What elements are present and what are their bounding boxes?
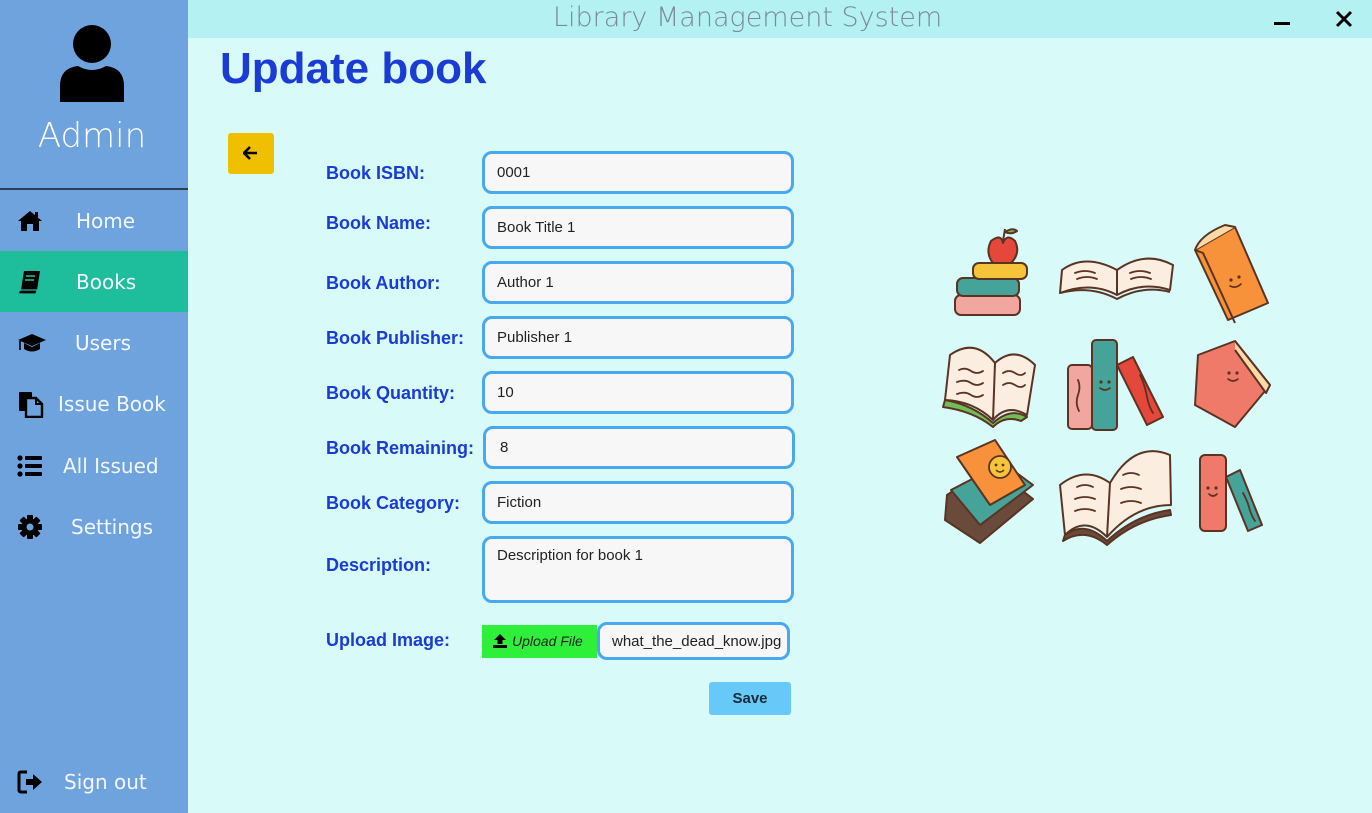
title-bar: Library Management System	[188, 0, 1372, 38]
sidebar-item-users[interactable]: Users	[0, 312, 188, 373]
book-isbn-input[interactable]	[482, 151, 794, 194]
upload-file-label: Upload File	[512, 633, 583, 649]
sidebar-item-all-issued[interactable]: All Issued	[0, 435, 188, 496]
book-author-label: Book Author:	[326, 273, 441, 293]
graduation-cap-icon	[18, 333, 46, 351]
close-icon[interactable]	[1331, 6, 1357, 32]
sidebar: Admin Home Books Users Issue Book All Is…	[0, 0, 188, 813]
sidebar-item-label: Settings	[71, 514, 154, 539]
book-remaining-input[interactable]	[483, 426, 795, 469]
book-icon	[18, 270, 40, 295]
book-remaining-label: Book Remaining:	[326, 438, 475, 458]
sidebar-item-settings[interactable]: Settings	[0, 496, 188, 557]
sign-out-icon	[17, 770, 42, 793]
sidebar-item-issue-book[interactable]: Issue Book	[0, 373, 188, 434]
minimize-icon[interactable]	[1269, 6, 1295, 32]
list-icon	[17, 454, 42, 477]
books-illustration	[942, 224, 1271, 546]
book-publisher-input[interactable]	[482, 316, 794, 359]
sidebar-item-label: All Issued	[63, 453, 159, 478]
sidebar-item-label: Books	[76, 269, 137, 294]
save-button[interactable]: Save	[709, 682, 791, 715]
sidebar-item-books[interactable]: Books	[0, 251, 188, 312]
window-title: Library Management System	[553, 2, 943, 33]
user-avatar-icon	[60, 25, 124, 102]
book-isbn-label: Book ISBN:	[326, 163, 425, 183]
book-name-input[interactable]	[482, 206, 794, 249]
upload-image-label: Upload Image:	[326, 630, 451, 650]
arrow-left-icon	[243, 146, 257, 160]
sidebar-item-home[interactable]: Home	[0, 190, 188, 251]
sidebar-item-sign-out[interactable]: Sign out	[0, 751, 188, 812]
book-category-input[interactable]	[482, 481, 794, 524]
upload-file-button[interactable]: Upload File	[482, 625, 597, 658]
book-category-label: Book Category:	[326, 493, 461, 513]
book-publisher-label: Book Publisher:	[326, 328, 465, 348]
sidebar-item-label: Sign out	[64, 769, 147, 794]
page-title: Update book	[220, 44, 487, 93]
back-button[interactable]	[228, 133, 274, 174]
sidebar-item-label: Home	[76, 208, 136, 233]
sidebar-item-label: Issue Book	[58, 391, 166, 416]
image-filename-field[interactable]: what_the_dead_know.jpg	[597, 622, 790, 660]
home-icon	[18, 210, 42, 231]
description-textarea[interactable]: Description for book 1	[482, 536, 794, 603]
book-quantity-input[interactable]	[482, 371, 794, 414]
book-name-label: Book Name:	[326, 213, 432, 233]
description-label: Description:	[326, 555, 432, 575]
upload-icon	[493, 634, 507, 648]
copy-document-icon	[19, 391, 44, 418]
book-quantity-label: Book Quantity:	[326, 383, 455, 403]
gear-icon	[18, 514, 42, 539]
book-author-input[interactable]	[482, 261, 794, 304]
admin-label: Admin	[37, 116, 147, 156]
sidebar-item-label: Users	[75, 330, 132, 355]
